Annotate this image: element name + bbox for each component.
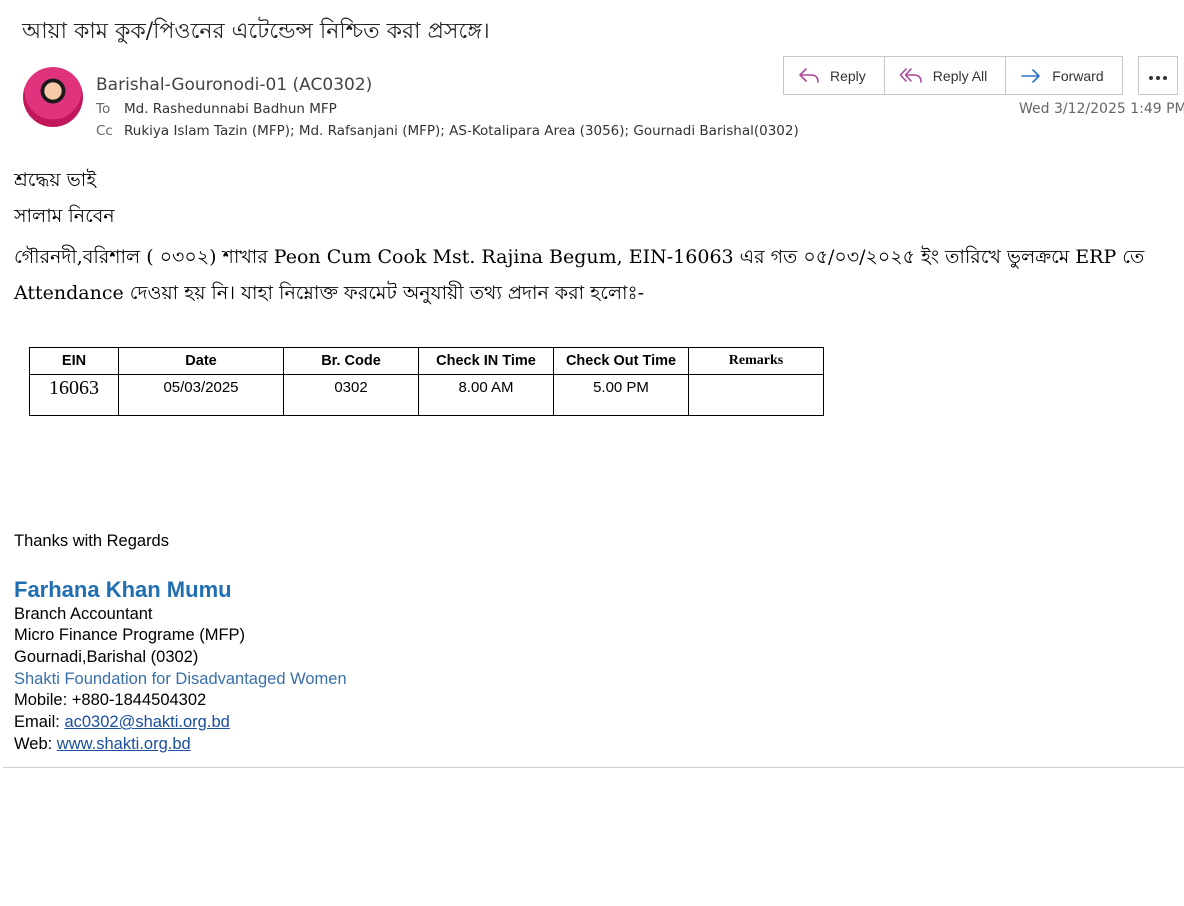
greeting-text: শ্রদ্ধেয় ভাই [14, 169, 97, 191]
cell-br-code: 0302 [283, 374, 419, 416]
cell-date: 05/03/2025 [118, 374, 284, 416]
more-options-button[interactable] [1138, 56, 1178, 95]
sender-name[interactable]: Barishal-Gouronodi-01 (AC0302) [96, 75, 372, 95]
sent-date: Wed 3/12/2025 1:49 PM [1019, 101, 1184, 117]
salam-text: সালাম নিবেন [14, 205, 115, 227]
cell-remarks [688, 374, 824, 416]
forward-icon [1020, 66, 1042, 86]
sender-avatar[interactable] [23, 67, 83, 127]
closing-text: Thanks with Regards [14, 532, 169, 550]
to-recipient[interactable]: Md. Rashedunnabi Badhun MFP [124, 101, 337, 117]
cell-check-in: 8.00 AM [418, 374, 554, 416]
signature-branch: Gournadi,Barishal (0302) [14, 648, 199, 666]
signature-title: Branch Accountant [14, 605, 153, 623]
attendance-table: EIN Date Br. Code Check IN Time Check Ou… [29, 347, 824, 416]
to-label: To [96, 101, 111, 117]
email-link[interactable]: ac0302@shakti.org.bd [64, 713, 229, 731]
to-row: To Md. Rashedunnabi Badhun MFP [96, 101, 337, 117]
cc-recipients[interactable]: Rukiya Islam Tazin (MFP); Md. Rafsanjani… [124, 123, 799, 139]
web-link[interactable]: www.shakti.org.bd [57, 735, 191, 753]
forward-button[interactable]: Forward [1006, 57, 1121, 94]
message-actions: Reply Reply All Forward [783, 56, 1123, 95]
email-subject: আয়া কাম কুক/পিওনের এটেন্ডেন্স নিশ্চিত ক… [22, 19, 490, 44]
reply-label: Reply [830, 67, 866, 84]
table-header-row: EIN Date Br. Code Check IN Time Check Ou… [29, 347, 824, 375]
header-ein: EIN [29, 347, 119, 375]
reply-all-label: Reply All [932, 67, 988, 84]
cell-check-out: 5.00 PM [553, 374, 689, 416]
footer-divider [3, 767, 1184, 768]
reply-all-icon [899, 66, 923, 86]
header-br-code: Br. Code [283, 347, 419, 375]
reply-all-button[interactable]: Reply All [885, 57, 1007, 94]
header-date: Date [118, 347, 284, 375]
cc-row: Cc Rukiya Islam Tazin (MFP); Md. Rafsanja… [96, 123, 799, 139]
reply-button[interactable]: Reply [784, 57, 885, 94]
body-line-1: গৌরনদী,বরিশাল ( ০৩০২) শাখার Peon Cum Coo… [14, 246, 1145, 268]
signature-program: Micro Finance Programe (MFP) [14, 626, 246, 644]
more-horizontal-icon [1148, 66, 1168, 85]
forward-label: Forward [1052, 67, 1104, 84]
signature-org: Shakti Foundation for Disadvantaged Wome… [14, 670, 347, 688]
web-label: Web: [14, 735, 57, 753]
header-check-in: Check IN Time [418, 347, 554, 375]
reply-icon [798, 66, 820, 86]
body-line-2: Attendance দেওয়া হয় নি। যাহা নিম্নোক্ত… [14, 282, 645, 304]
signature-email-row: Email: ac0302@shakti.org.bd [14, 713, 230, 732]
cc-label: Cc [96, 123, 113, 139]
signature-web-row: Web: www.shakti.org.bd [14, 735, 191, 754]
cell-ein: 16063 [29, 374, 119, 416]
header-remarks: Remarks [688, 347, 824, 375]
signature-name: Farhana Khan Mumu [14, 577, 232, 602]
table-row: 16063 05/03/2025 0302 8.00 AM 5.00 PM [29, 374, 824, 416]
signature-mobile: Mobile: +880-1844504302 [14, 691, 207, 709]
email-label: Email: [14, 713, 65, 731]
header-check-out: Check Out Time [553, 347, 689, 375]
